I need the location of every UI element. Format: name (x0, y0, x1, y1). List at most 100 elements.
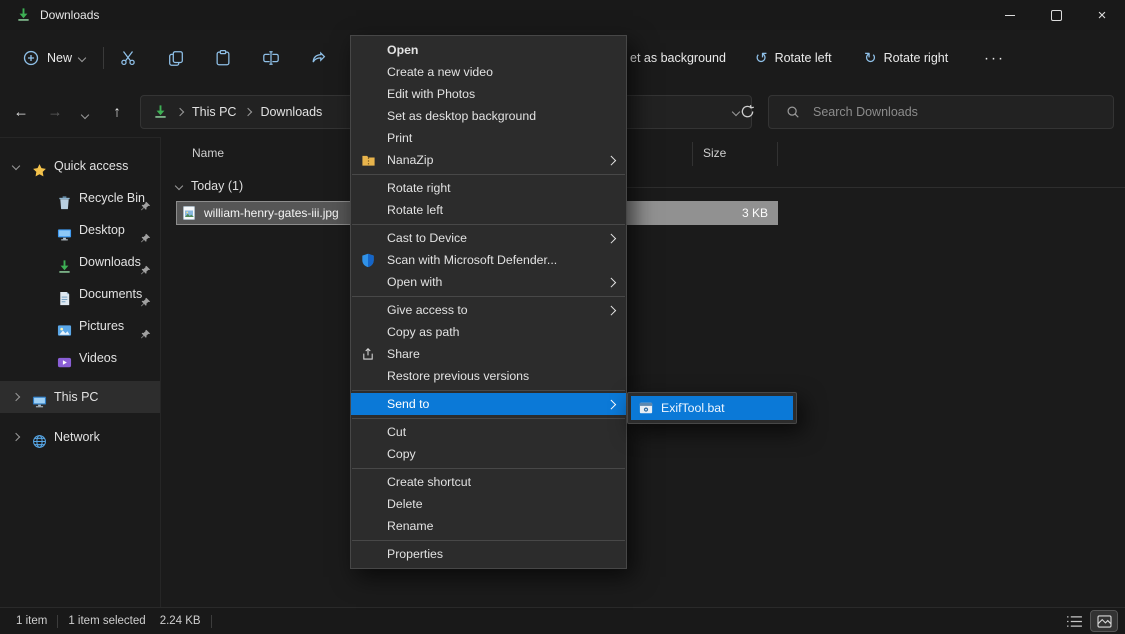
recent-locations-chevron-icon[interactable] (81, 110, 89, 118)
exiftool-icon (638, 400, 654, 416)
cut-button[interactable] (110, 41, 146, 75)
menu-item-copy-as-path[interactable]: Copy as path (351, 321, 626, 343)
menu-item-create-shortcut[interactable]: Create shortcut (351, 471, 626, 493)
new-button-label: New (47, 51, 72, 65)
menu-item-edit-with-photos[interactable]: Edit with Photos (351, 83, 626, 105)
address-folder-icon (153, 104, 168, 119)
new-button[interactable]: New (12, 43, 95, 73)
sidebar-item-this-pc[interactable]: This PC (0, 381, 160, 413)
menu-item-print[interactable]: Print (351, 127, 626, 149)
sidebar-item-documents[interactable]: Documents (0, 278, 160, 310)
menu-separator (352, 174, 625, 175)
column-header-name[interactable]: Name (192, 146, 224, 160)
rotate-right-label: Rotate right (884, 51, 949, 65)
menu-item-cast-to-device[interactable]: Cast to Device (351, 227, 626, 249)
menu-item-rename[interactable]: Rename (351, 515, 626, 537)
menu-item-label: Open (387, 43, 418, 57)
rotate-right-button[interactable]: ↻ Rotate right (864, 49, 948, 67)
sidebar-item-network[interactable]: Network (0, 421, 160, 453)
menu-item-set-as-desktop-background[interactable]: Set as desktop background (351, 105, 626, 127)
chevron-down-icon[interactable] (12, 162, 20, 170)
column-header-size[interactable]: Size (703, 146, 726, 160)
menu-item-open-with[interactable]: Open with (351, 271, 626, 293)
menu-item-share[interactable]: Share (351, 343, 626, 365)
more-options-button[interactable]: ··· (984, 50, 1005, 67)
up-button[interactable]: ↑ (104, 103, 130, 120)
chevron-down-icon (78, 54, 86, 62)
submenu-arrow-icon (606, 233, 615, 242)
close-button[interactable]: × (1079, 0, 1125, 30)
menu-item-copy[interactable]: Copy (351, 443, 626, 465)
breadcrumb-downloads[interactable]: Downloads (260, 105, 322, 119)
chevron-right-icon[interactable] (12, 433, 20, 441)
minimize-button[interactable] (987, 0, 1033, 30)
column-divider[interactable] (777, 142, 778, 166)
menu-item-label: Restore previous versions (387, 369, 529, 383)
context-menu: Open Create a new video Edit with Photos Se… (350, 35, 627, 569)
menu-item-label: Rotate right (387, 181, 451, 195)
copy-button[interactable] (158, 41, 194, 75)
group-header-today[interactable]: Today (1) (176, 175, 243, 197)
menu-item-restore-previous-versions[interactable]: Restore previous versions (351, 365, 626, 387)
item-count: 1 item (16, 615, 47, 627)
quick-access-list: Recycle BinDesktop Downloads DocumentsPict… (0, 182, 160, 374)
videos-icon (57, 350, 73, 366)
breadcrumb-chevron-icon[interactable] (176, 107, 184, 115)
menu-item-create-a-new-video[interactable]: Create a new video (351, 61, 626, 83)
menu-item-rotate-right[interactable]: Rotate right (351, 177, 626, 199)
plus-icon (22, 49, 40, 67)
refresh-button[interactable] (732, 97, 762, 127)
title-bar: Downloads × (0, 0, 1125, 30)
status-divider (211, 615, 212, 628)
sidebar-item-label: This PC (54, 390, 98, 404)
search-input[interactable] (811, 97, 1105, 127)
sidebar-item-videos[interactable]: Videos (0, 342, 160, 374)
selection-count: 1 item selected (68, 615, 145, 627)
large-icons-view-button[interactable] (1091, 611, 1117, 631)
view-switcher (1061, 611, 1117, 631)
menu-item-send-to[interactable]: Send to (351, 393, 626, 415)
menu-item-cut[interactable]: Cut (351, 421, 626, 443)
rotate-left-button[interactable]: ↺ Rotate left (755, 49, 832, 67)
set-as-background-button[interactable]: et as background (630, 51, 726, 65)
menu-item-properties[interactable]: Properties (351, 543, 626, 565)
column-divider[interactable] (692, 142, 693, 166)
share-button[interactable] (301, 41, 337, 75)
breadcrumb-this-pc[interactable]: This PC (192, 105, 236, 119)
menu-item-give-access-to[interactable]: Give access to (351, 299, 626, 321)
details-view-icon (1066, 615, 1083, 628)
search-icon (786, 105, 800, 124)
breadcrumb-chevron-icon[interactable] (244, 107, 252, 115)
submenu-item-exiftool-bat[interactable]: ExifTool.bat (631, 396, 793, 420)
back-button[interactable]: ← (8, 103, 34, 120)
menu-item-delete[interactable]: Delete (351, 493, 626, 515)
paste-button[interactable] (205, 41, 241, 75)
details-view-button[interactable] (1061, 611, 1087, 631)
sidebar-item-quick-access[interactable]: Quick access (0, 150, 160, 182)
sidebar-item-pictures[interactable]: Pictures (0, 310, 160, 342)
sidebar-item-label: Downloads (79, 255, 141, 269)
menu-item-label: Delete (387, 497, 423, 511)
file-size-cell[interactable]: 3 KB (627, 201, 778, 225)
sidebar-item-downloads[interactable]: Downloads (0, 246, 160, 278)
image-file-icon (183, 206, 195, 220)
menu-item-label: Edit with Photos (387, 87, 475, 101)
selection-size: 2.24 KB (160, 615, 201, 627)
desktop-icon (57, 222, 73, 238)
sidebar-item-recycle-bin[interactable]: Recycle Bin (0, 182, 160, 214)
menu-item-rotate-left[interactable]: Rotate left (351, 199, 626, 221)
menu-item-nanazip[interactable]: NanaZip (351, 149, 626, 171)
refresh-icon (740, 104, 755, 119)
sidebar-item-label: Videos (79, 351, 117, 365)
cut-icon (119, 49, 137, 67)
sidebar-item-desktop[interactable]: Desktop (0, 214, 160, 246)
rename-button[interactable] (253, 41, 289, 75)
menu-item-open[interactable]: Open (351, 39, 626, 61)
chevron-right-icon[interactable] (12, 393, 20, 401)
maximize-button[interactable] (1033, 0, 1079, 30)
thumbnail-view-icon (1097, 615, 1112, 628)
menu-item-label: Copy (387, 447, 416, 461)
menu-item-scan-with-microsoft-defender[interactable]: Scan with Microsoft Defender... (351, 249, 626, 271)
forward-button[interactable]: → (42, 103, 68, 120)
rotate-right-icon: ↻ (864, 49, 877, 67)
